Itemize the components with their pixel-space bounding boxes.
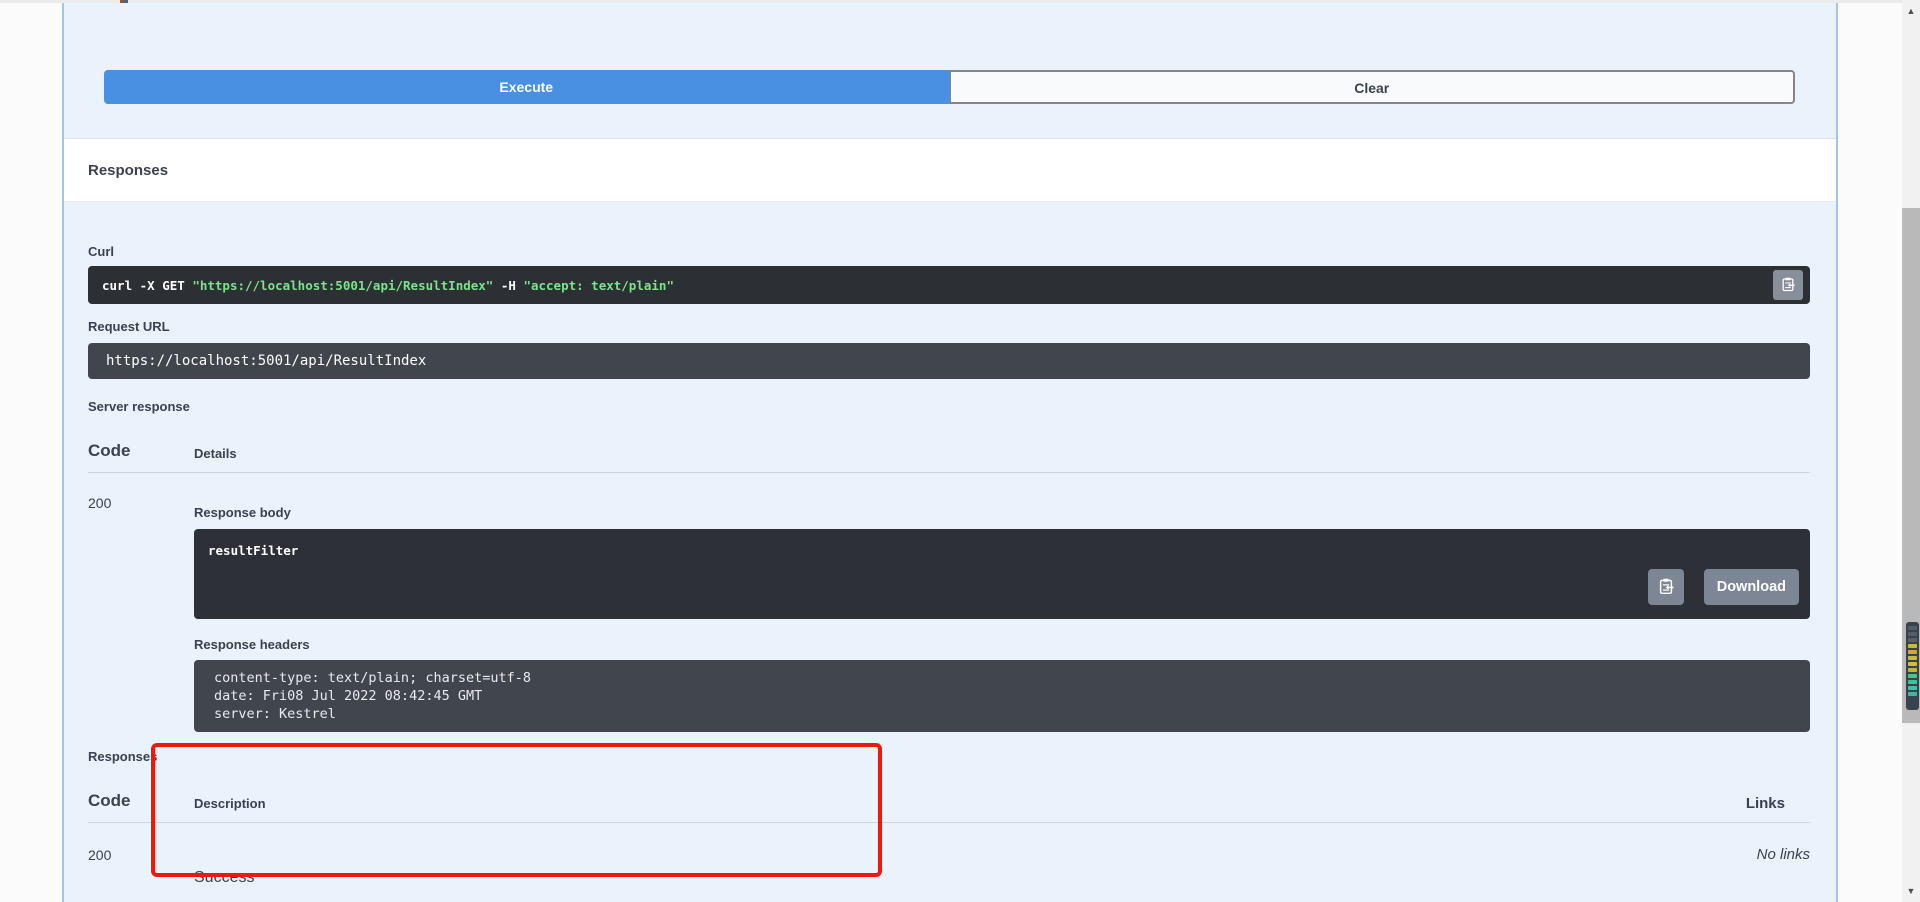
doc-description-cell: Success <box>194 846 1680 888</box>
server-response-row: 200 Response body resultFilter <box>88 473 1810 732</box>
header-line: content-type: text/plain; charset=utf-8 <box>214 669 1790 687</box>
doc-description-text: Success <box>194 868 1680 888</box>
responses-doc-table-header: Code Description Links <box>88 790 1810 823</box>
curl-command-box: curl -X GET "https://localhost:5001/api/… <box>88 266 1810 304</box>
doc-links-text: No links <box>1680 846 1810 888</box>
response-headers-box: content-type: text/plain; charset=utf-8 … <box>194 660 1810 732</box>
response-body-box: resultFilter <box>194 529 1810 619</box>
vertical-scrollbar[interactable]: ▲ ▼ <box>1902 0 1920 902</box>
download-button[interactable]: Download <box>1704 569 1799 605</box>
responses-section-header: Responses <box>64 138 1836 202</box>
scroll-down-arrow-icon[interactable]: ▼ <box>1902 882 1920 900</box>
header-line: server: Kestrel <box>214 705 1790 723</box>
clear-button[interactable]: Clear <box>949 70 1796 104</box>
clipboard-icon <box>1657 577 1675 598</box>
server-response-table-header: Code Details <box>88 440 1810 473</box>
operation-panel: Execute Clear Responses Curl curl -X GET… <box>62 3 1838 902</box>
links-column-header: Links <box>1680 795 1810 812</box>
scroll-minimap <box>1906 622 1919 710</box>
clipboard-icon <box>1780 276 1796 295</box>
execute-clear-row: Execute Clear <box>104 70 1795 104</box>
scroll-up-arrow-icon[interactable]: ▲ <box>1902 2 1920 20</box>
response-body-label: Response body <box>194 505 1810 520</box>
response-headers-label: Response headers <box>194 637 1810 652</box>
swagger-page: Execute Clear Responses Curl curl -X GET… <box>0 0 1902 902</box>
table-row: 200 Success No links <box>88 823 1810 888</box>
curl-label: Curl <box>88 244 1810 259</box>
description-column-header: Description <box>194 796 1680 812</box>
request-url-label: Request URL <box>88 319 1810 334</box>
curl-command-text: curl -X GET <box>102 278 192 293</box>
execute-button[interactable]: Execute <box>104 70 949 104</box>
response-body-text: resultFilter <box>208 543 298 558</box>
code-column-header: Code <box>88 790 194 812</box>
server-response-label: Server response <box>88 399 1810 414</box>
doc-status-code: 200 <box>88 846 194 888</box>
header-line: date: Fri08 Jul 2022 08:42:45 GMT <box>214 687 1790 705</box>
response-details-cell: Response body resultFilter <box>194 494 1810 732</box>
code-column-header: Code <box>88 440 194 462</box>
response-body-actions: Download <box>1648 569 1799 605</box>
copy-curl-button[interactable] <box>1773 270 1803 300</box>
copy-response-button[interactable] <box>1648 569 1684 605</box>
responses-section-title: Responses <box>88 162 168 179</box>
details-column-header: Details <box>194 446 1810 462</box>
responses-doc-label: Responses <box>88 749 1810 764</box>
response-status-code: 200 <box>88 494 194 732</box>
responses-content: Curl curl -X GET "https://localhost:5001… <box>64 244 1836 888</box>
request-url-box: https://localhost:5001/api/ResultIndex <box>88 343 1810 379</box>
